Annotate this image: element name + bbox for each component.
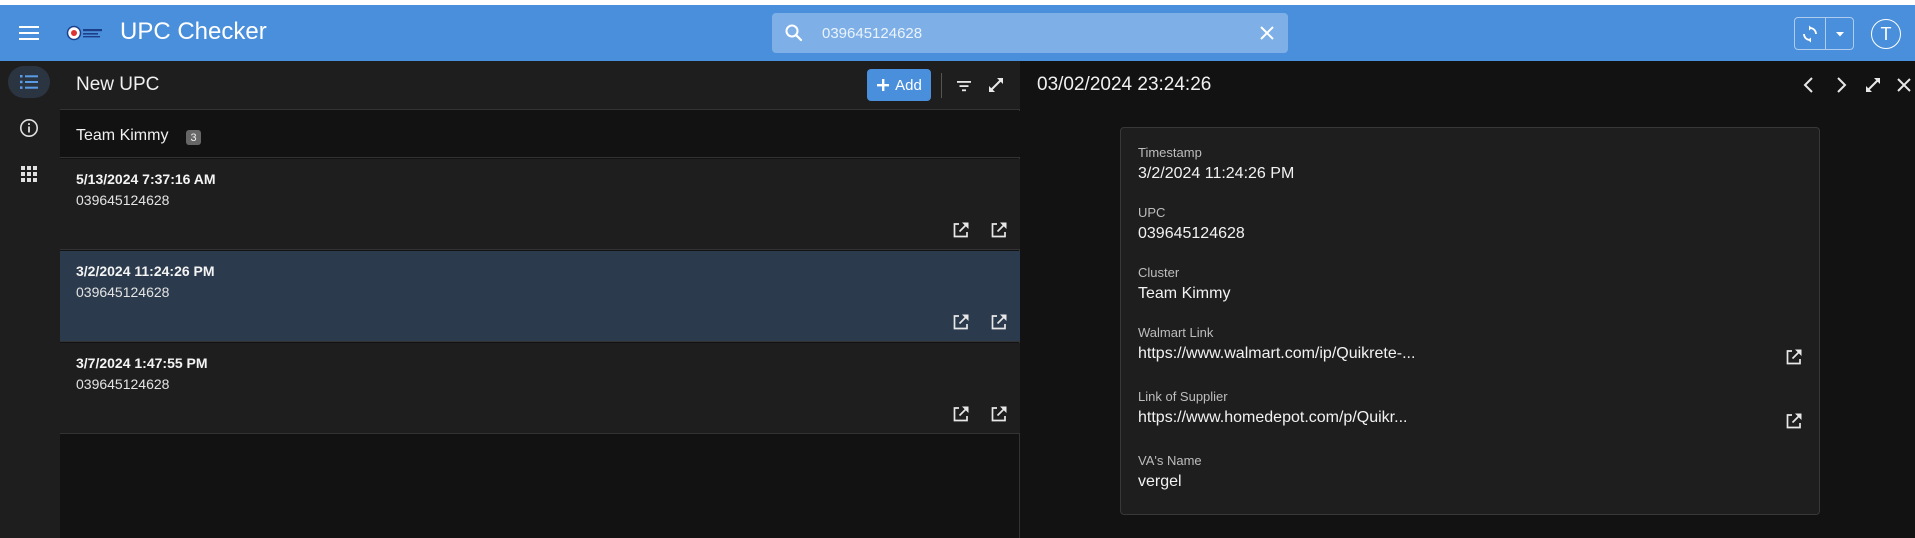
navigation-rail — [0, 61, 60, 538]
field-label: Link of Supplier — [1138, 389, 1228, 404]
field-value: 039645124628 — [1138, 225, 1245, 242]
field-value: Team Kimmy — [1138, 285, 1231, 302]
open-walmart-link-icon[interactable] — [1784, 347, 1804, 367]
list-item-upc: 039645124628 — [76, 376, 170, 392]
list-header: New UPC Add — [60, 61, 1020, 110]
field-label: Timestamp — [1138, 145, 1202, 160]
list-item-upc: 039645124628 — [76, 284, 170, 300]
filter-icon[interactable] — [954, 76, 974, 96]
sync-button-group — [1794, 17, 1854, 50]
list-item-timestamp: 5/13/2024 7:37:16 AM — [76, 171, 216, 187]
upc-list-panel: New UPC Add Team Kimmy 3 5/13/2024 7:37:… — [60, 61, 1020, 538]
close-icon[interactable] — [1894, 75, 1914, 95]
list-item-selected[interactable]: 3/2/2024 11:24:26 PM 039645124628 — [60, 251, 1020, 342]
field-supplier-link: Link of Supplier https://www.homedepot.c… — [1138, 389, 1802, 429]
rail-apps-grid-icon[interactable] — [8, 158, 50, 190]
expand-icon[interactable] — [986, 75, 1006, 95]
field-va-name: VA's Name vergel — [1138, 453, 1798, 491]
detail-header: 03/02/2024 23:24:26 — [1021, 61, 1915, 110]
open-walmart-link-icon[interactable] — [951, 312, 971, 332]
walmart-link-value[interactable]: https://www.walmart.com/ip/Quikrete-... — [1138, 345, 1448, 363]
open-supplier-link-icon[interactable] — [989, 404, 1009, 424]
field-cluster: Cluster Team Kimmy — [1138, 265, 1798, 303]
sync-icon[interactable] — [1795, 18, 1826, 49]
open-supplier-link-icon[interactable] — [989, 220, 1009, 240]
field-timestamp: Timestamp 3/2/2024 11:24:26 PM — [1138, 145, 1798, 183]
rail-info-icon[interactable] — [8, 112, 50, 144]
field-value: vergel — [1138, 473, 1182, 490]
search-bar — [772, 13, 1288, 53]
list-item-timestamp: 3/7/2024 1:47:55 PM — [76, 355, 208, 371]
list-item-upc: 039645124628 — [76, 192, 170, 208]
field-upc: UPC 039645124628 — [1138, 205, 1798, 243]
field-label: VA's Name — [1138, 453, 1202, 468]
list-item[interactable]: 5/13/2024 7:37:16 AM 039645124628 — [60, 159, 1020, 250]
field-label: Walmart Link — [1138, 325, 1214, 340]
menu-icon[interactable] — [16, 21, 42, 45]
open-supplier-link-icon[interactable] — [989, 312, 1009, 332]
detail-panel: 03/02/2024 23:24:26 Timestamp 3/2/2024 1… — [1021, 61, 1915, 538]
avatar[interactable]: T — [1871, 19, 1901, 49]
group-name: Team Kimmy — [76, 127, 169, 144]
list-item[interactable]: 3/7/2024 1:47:55 PM 039645124628 — [60, 343, 1020, 434]
add-button[interactable]: Add — [867, 69, 931, 101]
supplier-link-value[interactable]: https://www.homedepot.com/p/Quikr... — [1138, 409, 1448, 427]
expand-icon[interactable] — [1863, 75, 1883, 95]
open-walmart-link-icon[interactable] — [951, 220, 971, 240]
next-chevron-right-icon[interactable] — [1831, 75, 1851, 95]
group-count-badge: 3 — [186, 130, 201, 145]
clear-search-icon[interactable] — [1258, 24, 1276, 42]
add-button-label: Add — [895, 76, 922, 94]
field-walmart-link: Walmart Link https://www.walmart.com/ip/… — [1138, 325, 1802, 365]
open-supplier-link-icon[interactable] — [1784, 411, 1804, 431]
field-value: 3/2/2024 11:24:26 PM — [1138, 165, 1295, 182]
list-item-timestamp: 3/2/2024 11:24:26 PM — [76, 263, 215, 279]
header-divider — [941, 73, 942, 98]
sync-options-chevron-down-icon[interactable] — [1826, 18, 1854, 49]
rail-list-icon[interactable] — [8, 66, 50, 98]
app-bar: UPC Checker T — [0, 5, 1915, 61]
group-header[interactable]: Team Kimmy 3 — [60, 111, 1020, 158]
search-icon — [784, 23, 804, 43]
app-title: UPC Checker — [120, 18, 267, 45]
brand-logo-icon — [66, 23, 104, 43]
detail-title: 03/02/2024 23:24:26 — [1037, 74, 1212, 95]
field-label: Cluster — [1138, 265, 1180, 280]
previous-chevron-left-icon[interactable] — [1799, 75, 1819, 95]
plus-icon — [877, 79, 890, 91]
open-walmart-link-icon[interactable] — [951, 404, 971, 424]
search-input[interactable] — [822, 13, 1222, 53]
field-label: UPC — [1138, 205, 1166, 220]
list-title: New UPC — [76, 74, 160, 95]
record-details-card: Timestamp 3/2/2024 11:24:26 PM UPC 03964… — [1120, 127, 1820, 515]
